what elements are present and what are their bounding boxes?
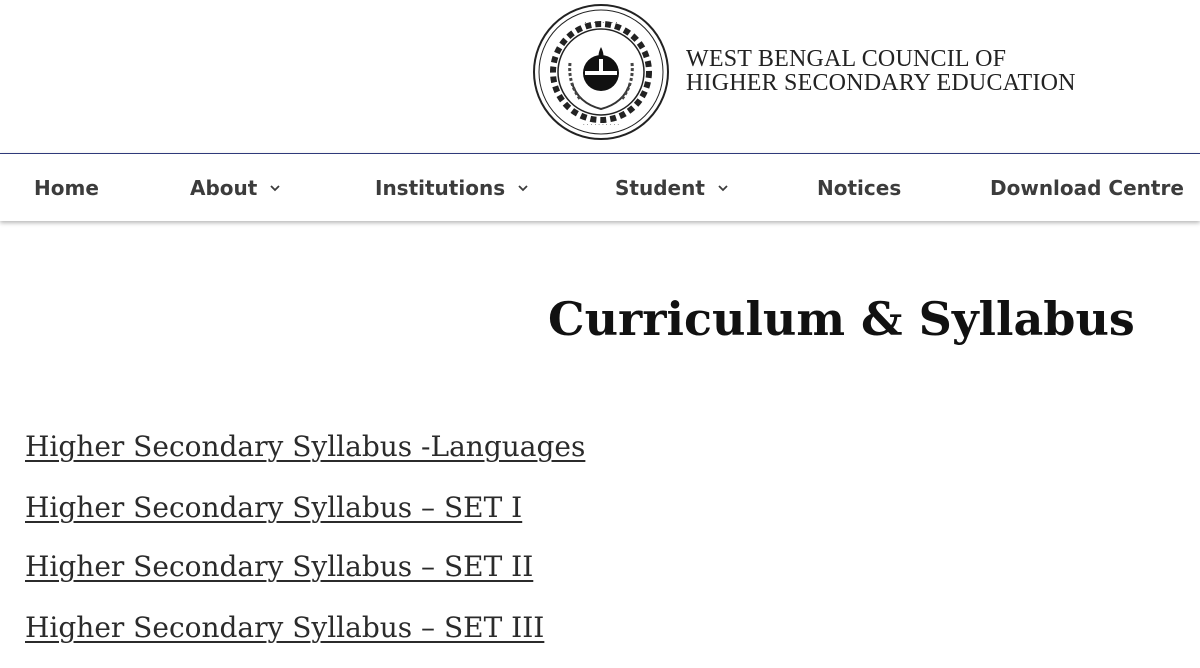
nav-label: Download Centre xyxy=(990,175,1184,200)
syllabus-link-set-1[interactable]: Higher Secondary Syllabus – SET I xyxy=(25,490,522,526)
nav-item-about[interactable]: About xyxy=(190,154,281,221)
nav-item-home[interactable]: Home xyxy=(34,154,99,221)
site-header: · · · · · · · · · · · · · · · · · · WEST… xyxy=(0,0,1200,153)
svg-text:· · · · · · · ·: · · · · · · · · xyxy=(584,19,617,27)
main-navigation: Home About Institutions Student Notices … xyxy=(0,153,1200,221)
main-content: Curriculum & Syllabus Higher Secondary S… xyxy=(0,221,1200,668)
nav-label: About xyxy=(190,175,258,200)
svg-text:· · · · · · · · · ·: · · · · · · · · · · xyxy=(583,122,619,129)
nav-item-notices[interactable]: Notices xyxy=(817,154,901,221)
council-seal-logo-icon[interactable]: · · · · · · · · · · · · · · · · · · xyxy=(532,3,670,141)
syllabus-link-languages[interactable]: Higher Secondary Syllabus -Languages xyxy=(25,429,585,465)
chevron-down-icon xyxy=(718,184,728,191)
nav-label: Home xyxy=(34,175,99,200)
nav-item-download-centre[interactable]: Download Centre xyxy=(990,154,1184,221)
nav-label: Student xyxy=(615,175,705,200)
nav-label: Institutions xyxy=(375,175,506,200)
syllabus-link-set-2[interactable]: Higher Secondary Syllabus – SET II xyxy=(25,549,533,585)
page-title: Curriculum & Syllabus xyxy=(548,292,1135,346)
nav-label: Notices xyxy=(817,175,902,200)
chevron-down-icon xyxy=(518,184,528,191)
organization-name: WEST BENGAL COUNCIL OF HIGHER SECONDARY … xyxy=(686,47,1076,95)
nav-item-institutions[interactable]: Institutions xyxy=(375,154,529,221)
org-name-line1: WEST BENGAL COUNCIL OF xyxy=(686,46,1007,72)
syllabus-link-set-3[interactable]: Higher Secondary Syllabus – SET III xyxy=(25,610,544,646)
org-name-line2: HIGHER SECONDARY EDUCATION xyxy=(686,70,1076,96)
nav-item-student[interactable]: Student xyxy=(615,154,729,221)
chevron-down-icon xyxy=(270,184,280,191)
